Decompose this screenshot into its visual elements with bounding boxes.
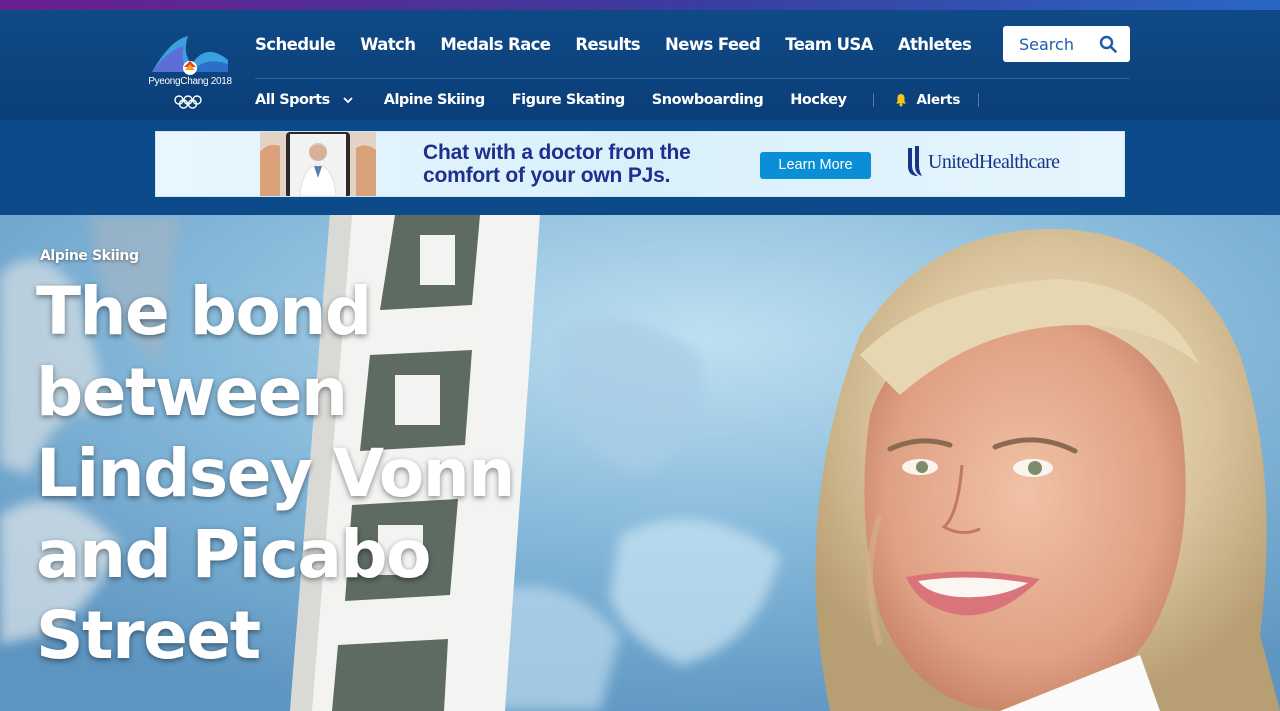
primary-nav: Schedule Watch Medals Race Results News …: [255, 35, 996, 57]
nav-divider: [255, 78, 1130, 79]
alerts-button[interactable]: Alerts: [894, 92, 960, 108]
nav-news-feed[interactable]: News Feed: [665, 35, 761, 57]
hero-kicker[interactable]: Alpine Skiing: [40, 248, 139, 264]
top-accent-bar: [0, 0, 1280, 10]
ad-brand-name: UnitedHealthcare: [928, 150, 1060, 173]
search-box[interactable]: [1003, 26, 1130, 62]
ad-banner[interactable]: Chat with a doctor from the comfort of y…: [155, 131, 1125, 197]
secondary-nav: All Sports Alpine Skiing Figure Skating …: [255, 90, 980, 110]
nav-team-usa[interactable]: Team USA: [785, 35, 873, 57]
nav-snowboarding[interactable]: Snowboarding: [652, 92, 764, 108]
bell-icon: [896, 94, 907, 107]
search-icon[interactable]: [1099, 35, 1117, 53]
nav-medals-race[interactable]: Medals Race: [440, 35, 551, 57]
nav-alpine-skiing[interactable]: Alpine Skiing: [384, 92, 485, 108]
nav-results[interactable]: Results: [575, 35, 640, 57]
logo-mountain-icon: [152, 36, 228, 109]
pyeongchang-logo[interactable]: PyeongChang 2018: [148, 34, 232, 112]
alerts-separator-right: [978, 93, 980, 107]
alerts-label: Alerts: [916, 92, 961, 108]
hero-title[interactable]: The bond between Lindsey Vonn and Picabo…: [36, 271, 636, 676]
ad-phone-image: [260, 132, 376, 196]
all-sports-label: All Sports: [255, 92, 330, 108]
nav-schedule[interactable]: Schedule: [255, 35, 336, 57]
nav-hockey[interactable]: Hockey: [790, 92, 847, 108]
chevron-down-icon: [343, 97, 353, 104]
ad-headline: Chat with a doctor from the comfort of y…: [423, 141, 691, 187]
ad-brand: UnitedHealthcare: [904, 144, 1060, 180]
ad-learn-more-button[interactable]: Learn More: [760, 152, 871, 179]
nav-figure-skating[interactable]: Figure Skating: [512, 92, 626, 108]
site-header: PyeongChang 2018 Schedule Watch Medals R…: [0, 10, 1280, 120]
all-sports-dropdown[interactable]: All Sports: [255, 92, 354, 108]
search-input[interactable]: [1003, 26, 1093, 62]
nav-watch[interactable]: Watch: [360, 35, 416, 57]
hero-feature[interactable]: Alpine Skiing The bond between Lindsey V…: [0, 215, 1280, 711]
unitedhealthcare-logo-icon: [908, 146, 922, 176]
nav-athletes[interactable]: Athletes: [898, 35, 972, 57]
logo-text: PyeongChang 2018: [148, 76, 232, 87]
alerts-separator-left: [873, 93, 875, 107]
